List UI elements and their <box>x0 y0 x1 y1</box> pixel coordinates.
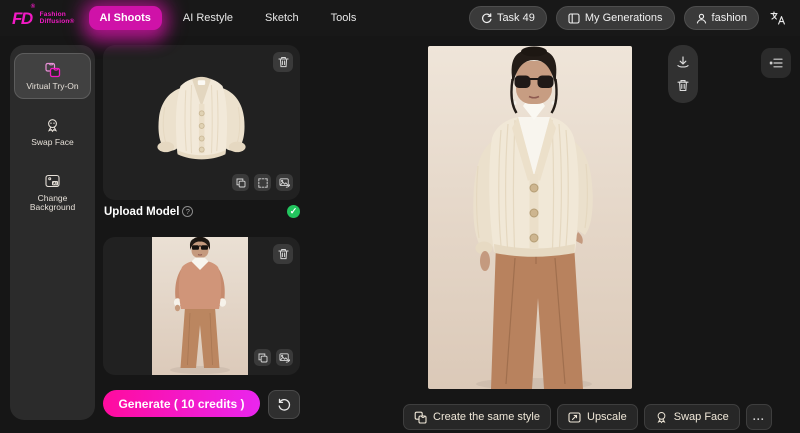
nav-tools[interactable]: Tools <box>320 6 368 30</box>
copy-style-icon <box>414 411 427 424</box>
reset-button[interactable] <box>268 390 300 419</box>
model-image <box>152 237 248 375</box>
replace-image-icon <box>279 177 290 188</box>
logo-wordmark: Fashion Diffusion® <box>39 10 75 26</box>
sidebar-item-label: Swap Face <box>31 136 74 147</box>
delete-result-button[interactable] <box>668 79 698 92</box>
sidebar-item-change-background[interactable]: AI Change Background <box>14 165 91 221</box>
delete-garment-button[interactable] <box>273 52 293 72</box>
help-icon[interactable]: ? <box>182 206 194 217</box>
replace-garment-image-button[interactable] <box>276 174 293 191</box>
sidebar-item-virtual-try-on[interactable]: Virtual Try-On <box>14 53 91 99</box>
copy-icon <box>258 353 268 363</box>
download-icon <box>676 56 690 69</box>
top-navbar: FD® Fashion Diffusion® AI Shoots AI Resty… <box>0 0 800 36</box>
model-upload-panel[interactable] <box>103 237 300 375</box>
copy-icon <box>236 178 246 188</box>
collection-icon <box>568 12 580 24</box>
create-same-style-button[interactable]: Create the same style <box>403 404 551 430</box>
trash-icon <box>277 248 289 260</box>
mode-sidebar: Virtual Try-On Swap Face AI Change Backg… <box>10 45 95 420</box>
copy-garment-button[interactable] <box>232 174 249 191</box>
my-generations-button[interactable]: My Generations <box>555 6 675 30</box>
garment-upload-panel[interactable] <box>103 45 300 200</box>
reset-icon <box>277 398 291 412</box>
result-tools <box>668 45 698 103</box>
model-thumbnail-tools <box>254 349 293 366</box>
garment-thumbnail-tools <box>232 174 293 191</box>
upscale-button[interactable]: Upscale <box>557 404 638 430</box>
nav-ai-restyle[interactable]: AI Restyle <box>172 6 244 30</box>
trash-icon <box>277 56 289 68</box>
sidebar-item-label: Change Background <box>29 192 76 213</box>
crop-garment-button[interactable] <box>254 174 271 191</box>
swap-face-button[interactable]: Swap Face <box>643 404 740 430</box>
sidebar-item-swap-face[interactable]: Swap Face <box>14 109 91 155</box>
face-badge-icon <box>45 117 60 134</box>
navbar-right-group: Task 49 My Generations fashion <box>468 6 788 30</box>
more-actions-button[interactable]: ... <box>745 404 772 430</box>
face-badge-icon <box>655 411 668 424</box>
refresh-icon <box>481 12 492 24</box>
copy-model-button[interactable] <box>254 349 271 366</box>
model-ready-check-icon: ✓ <box>287 205 300 218</box>
upload-model-header: Upload Model ? ✓ <box>104 205 300 218</box>
panel-toggle-icon <box>769 57 783 69</box>
nav-ai-shoots[interactable]: AI Shoots <box>88 6 162 30</box>
download-result-button[interactable] <box>668 56 698 69</box>
try-on-garments-icon <box>44 61 61 78</box>
nav-sketch[interactable]: Sketch <box>254 6 310 30</box>
replace-image-icon <box>279 352 290 363</box>
replace-model-image-button[interactable] <box>276 349 293 366</box>
language-translate-button[interactable] <box>768 11 788 25</box>
generated-result-image[interactable] <box>428 46 632 389</box>
generate-button[interactable]: Generate ( 10 credits ) <box>103 390 260 417</box>
logo-fd-monogram: FD® <box>12 3 35 28</box>
upload-model-label: Upload Model <box>104 205 180 218</box>
ellipsis-icon: ... <box>752 411 765 423</box>
delete-model-button[interactable] <box>273 244 293 264</box>
garment-image <box>149 67 254 167</box>
app-logo[interactable]: FD® Fashion Diffusion® <box>12 3 75 28</box>
task-status-button[interactable]: Task 49 <box>468 6 547 30</box>
person-icon <box>696 13 707 24</box>
history-panel-toggle-button[interactable] <box>761 48 791 78</box>
translate-icon <box>770 11 786 25</box>
upscale-icon <box>568 411 581 423</box>
main-nav: AI Shoots AI Restyle Sketch Tools <box>88 6 368 30</box>
sidebar-item-label: Virtual Try-On <box>26 81 79 91</box>
background-ai-icon: AI <box>45 173 60 190</box>
account-button[interactable]: fashion <box>683 6 759 30</box>
result-action-bar: Create the same style Upscale Swap Face … <box>403 404 772 430</box>
trash-icon <box>677 79 689 92</box>
generate-row: Generate ( 10 credits ) <box>103 390 300 419</box>
svg-text:AI: AI <box>53 181 57 185</box>
crop-marquee-icon <box>257 177 268 188</box>
